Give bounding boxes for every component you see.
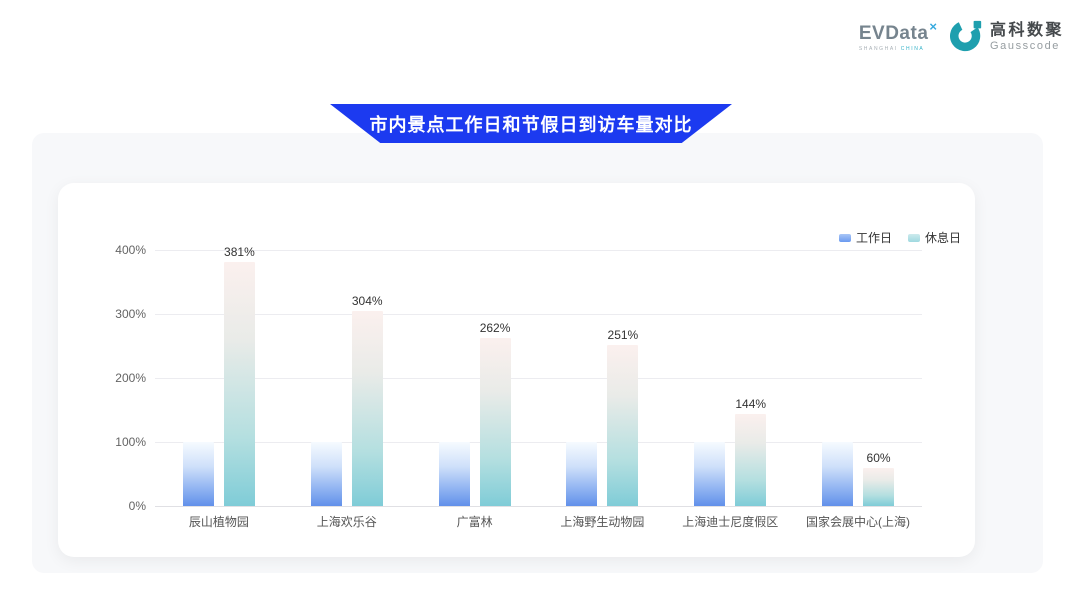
evdata-wordmark: EVData: [859, 24, 929, 43]
chart-title-banner: 市内景点工作日和节假日到访车量对比: [330, 104, 732, 143]
gausscode-en-name: Gausscode: [990, 40, 1064, 53]
bar-restday: 262%: [480, 338, 511, 506]
x-category-label: 辰山植物园: [155, 513, 283, 530]
bar-value-label: 262%: [480, 321, 511, 335]
bar-workday: [566, 442, 597, 506]
y-tick-label: 400%: [115, 243, 146, 257]
y-axis: 400%300%200%100%0%: [76, 250, 146, 506]
x-category-label: 上海欢乐谷: [283, 513, 411, 530]
bar-workday: [183, 442, 214, 506]
bar-group: 262%: [411, 250, 539, 506]
gausscode-cn-name: 高科数聚: [990, 22, 1064, 40]
x-category-label: 上海野生动物园: [538, 513, 666, 530]
bar-value-label: 304%: [352, 294, 383, 308]
x-category-label: 国家会展中心(上海): [794, 513, 922, 530]
bar-restday: 144%: [735, 414, 766, 506]
bar-restday: 381%: [224, 262, 255, 506]
bar-workday: [694, 442, 725, 506]
bar-workday: [822, 442, 853, 506]
x-axis: 辰山植物园上海欢乐谷广富林上海野生动物园上海迪士尼度假区国家会展中心(上海): [155, 513, 922, 530]
bar-restday: 304%: [352, 311, 383, 506]
bar-group: 60%: [794, 250, 922, 506]
bar-workday: [311, 442, 342, 506]
y-tick-label: 300%: [115, 307, 146, 321]
bar-value-label: 381%: [224, 245, 255, 259]
evdata-x-icon: ×: [929, 20, 937, 33]
bar-value-label: 60%: [867, 451, 891, 465]
x-category-label: 广富林: [411, 513, 539, 530]
bar-group: 144%: [666, 250, 794, 506]
bar-value-label: 144%: [735, 397, 766, 411]
bar-group: 304%: [283, 250, 411, 506]
legend-swatch-restday-icon: [908, 234, 920, 242]
gridline: [155, 506, 922, 507]
bar-group: 251%: [538, 250, 666, 506]
y-tick-label: 200%: [115, 371, 146, 385]
x-category-label: 上海迪士尼度假区: [666, 513, 794, 530]
legend-item-workday[interactable]: 工作日: [839, 229, 892, 246]
legend-item-restday[interactable]: 休息日: [908, 229, 961, 246]
legend-label-restday: 休息日: [925, 229, 961, 246]
chart-title: 市内景点工作日和节假日到访车量对比: [370, 111, 693, 137]
y-tick-label: 0%: [129, 499, 146, 513]
brand-logos: EVData × SHANGHAI CHINA 高科数聚 Gausscode: [859, 18, 1064, 57]
gausscode-g-mark-icon: [950, 18, 984, 57]
chart-legend: 工作日 休息日: [839, 229, 961, 246]
bar-restday: 251%: [607, 345, 638, 506]
chart-card: 工作日 休息日 400% 300% 200% 100% 0% 381% 304% 262% 2…: [58, 183, 975, 557]
y-tick-label: 100%: [115, 435, 146, 449]
evdata-tagline: SHANGHAI CHINA: [859, 46, 924, 52]
page: EVData × SHANGHAI CHINA 高科数聚 Gausscode 市…: [0, 0, 1080, 608]
bar-group: 381%: [155, 250, 283, 506]
gausscode-logo: 高科数聚 Gausscode: [950, 18, 1064, 57]
bar-workday: [439, 442, 470, 506]
bar-restday: 60%: [863, 468, 894, 506]
bar-value-label: 251%: [608, 328, 639, 342]
plot-area: 381% 304% 262% 251% 144% 60%: [155, 250, 922, 506]
evdata-logo: EVData × SHANGHAI CHINA: [859, 24, 936, 52]
legend-swatch-workday-icon: [839, 234, 851, 242]
legend-label-workday: 工作日: [856, 229, 892, 246]
